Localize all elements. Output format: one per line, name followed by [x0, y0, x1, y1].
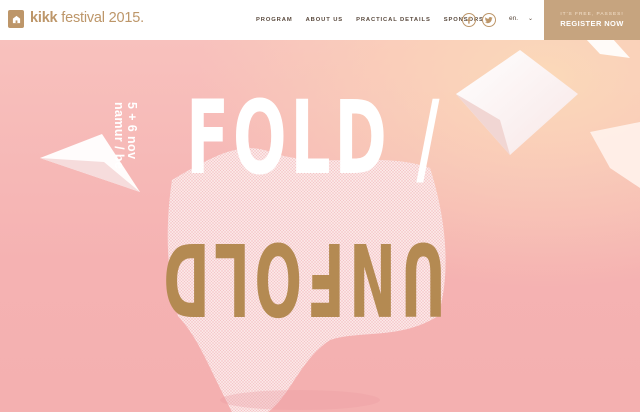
register-subtext: IT'S FREE, PASSES! [560, 12, 624, 17]
chevron-down-icon[interactable]: ⌄ [528, 15, 533, 22]
nav-program[interactable]: PROGRAM [256, 17, 293, 23]
floating-sheet-top [586, 40, 630, 58]
nav-about-us[interactable]: ABOUT US [306, 17, 343, 23]
site-header: kikk festival 2015. PROGRAM ABOUT US PRA… [0, 0, 640, 40]
event-date-days: 5 + 6 nov [125, 102, 139, 160]
twitter-icon [485, 16, 493, 24]
floating-sheet-right [456, 50, 578, 155]
floating-sheet-edge [590, 122, 640, 188]
site-logo[interactable]: kikk festival 2015. [30, 10, 144, 26]
nav-practical-details[interactable]: PRACTICAL DETAILS [356, 17, 431, 23]
hero-title-fold: FOLD / [186, 79, 444, 198]
home-logo-icon[interactable] [8, 10, 24, 28]
register-button[interactable]: IT'S FREE, PASSES! REGISTER NOW [544, 0, 640, 40]
register-label: REGISTER NOW [560, 19, 624, 28]
twitter-button[interactable] [482, 13, 496, 27]
home-icon [12, 15, 20, 23]
event-dates: 5 + 6 nov namur / be [112, 102, 140, 192]
event-date-line: 5 + 6 nov namur / be [112, 102, 139, 170]
hero-title-unfold-wrap: UNFOLD [159, 220, 446, 337]
event-date-place: namur / be [112, 102, 126, 170]
facebook-icon [467, 16, 471, 24]
hero-title-unfold: UNFOLD [158, 220, 446, 337]
language-selector[interactable]: en. [509, 15, 518, 22]
logo-brand-name: kikk [30, 10, 58, 26]
main-nav: PROGRAM ABOUT US PRACTICAL DETAILS SPONS… [256, 0, 497, 40]
logo-festival-year: festival 2015. [57, 10, 144, 26]
hero-title-unfold-flip: UNFOLD [0, 220, 446, 337]
hero-section: 5 + 6 nov namur / be FOLD / UNFOLD [0, 40, 640, 412]
facebook-button[interactable] [462, 13, 476, 27]
